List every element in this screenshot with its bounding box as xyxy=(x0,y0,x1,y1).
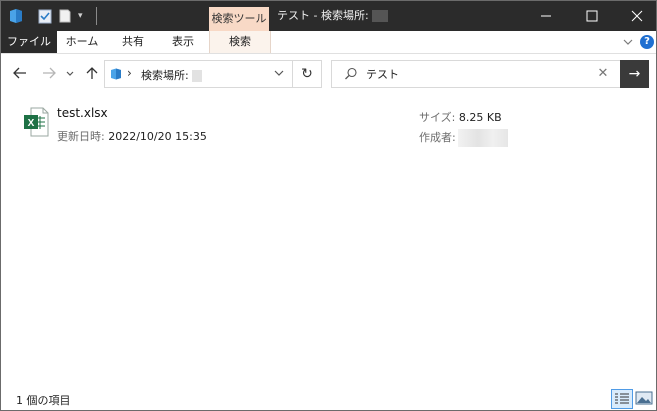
tab-home[interactable]: ホーム xyxy=(58,31,106,53)
maximize-button[interactable] xyxy=(569,1,615,31)
minimize-icon xyxy=(541,15,551,17)
redacted-author xyxy=(457,129,508,147)
search-location-icon xyxy=(110,68,122,80)
status-bar: 1 個の項目 xyxy=(1,387,656,410)
toolbar-divider xyxy=(96,7,99,25)
quick-access-dropdown-icon[interactable]: ▾ xyxy=(78,8,88,24)
minimize-button[interactable] xyxy=(523,1,569,31)
search-results-pane: X test.xlsx 更新日時: 2022/10/20 15:35 xyxy=(1,95,656,385)
modified-label: 更新日時: xyxy=(57,130,105,143)
window-title: テスト - 検索場所: xyxy=(277,1,388,31)
modified-value: 2022/10/20 15:35 xyxy=(108,130,207,143)
arrow-right-icon: → xyxy=(628,66,641,82)
breadcrumb-label: 検索場所: xyxy=(141,69,189,82)
large-icons-view-button[interactable] xyxy=(635,390,653,406)
file-size: サイズ: 8.25 KB xyxy=(419,109,502,125)
tab-share[interactable]: 共有 xyxy=(109,31,157,53)
clear-search-icon[interactable]: ✕ xyxy=(595,66,611,82)
item-count: 1 個の項目 xyxy=(16,394,71,407)
tab-search[interactable]: 検索 xyxy=(209,31,271,53)
app-folder-icon[interactable] xyxy=(9,8,23,24)
back-arrow-icon[interactable] xyxy=(12,65,28,83)
large-icons-view-icon xyxy=(635,391,653,405)
redacted-location xyxy=(191,70,202,82)
close-icon xyxy=(631,10,643,22)
size-label: サイズ: xyxy=(419,111,456,124)
address-dropdown-icon[interactable] xyxy=(272,66,286,80)
address-bar[interactable]: › 検索場所: xyxy=(104,60,293,88)
explorer-window: ▾ 検索ツール テスト - 検索場所: ファイル ホーム 共有 表示 検索 ? xyxy=(0,0,657,411)
up-arrow-icon[interactable] xyxy=(85,65,99,83)
svg-text:X: X xyxy=(28,118,35,129)
help-icon[interactable]: ? xyxy=(640,35,654,49)
properties-icon[interactable] xyxy=(38,8,52,24)
file-author: 作成者: xyxy=(419,129,508,147)
tab-file[interactable]: ファイル xyxy=(1,31,57,53)
file-name: test.xlsx xyxy=(57,106,108,120)
modified-date: 更新日時: 2022/10/20 15:35 xyxy=(57,128,207,144)
search-go-button[interactable]: → xyxy=(620,60,649,88)
excel-file-icon: X xyxy=(23,107,49,137)
new-folder-icon[interactable] xyxy=(59,8,71,24)
close-button[interactable] xyxy=(614,1,656,31)
recent-locations-chevron-icon[interactable] xyxy=(63,65,77,83)
ribbon-tabs: ファイル ホーム 共有 表示 検索 ? xyxy=(1,31,656,54)
size-value: 8.25 KB xyxy=(458,111,502,124)
navigation-bar: › 検索場所: ↻ ✕ → xyxy=(1,54,656,94)
breadcrumb[interactable]: 検索場所: xyxy=(141,67,202,83)
title-bar: ▾ 検索ツール テスト - 検索場所: xyxy=(1,1,656,31)
refresh-button[interactable]: ↻ xyxy=(293,60,322,88)
details-view-button[interactable] xyxy=(611,389,633,409)
details-view-icon xyxy=(615,393,629,404)
redacted-location xyxy=(371,10,388,22)
expand-ribbon-chevron-icon[interactable] xyxy=(621,35,635,49)
refresh-icon: ↻ xyxy=(301,66,313,82)
maximize-icon xyxy=(586,10,598,22)
search-tools-tab[interactable]: 検索ツール xyxy=(209,7,269,31)
search-box[interactable]: ✕ xyxy=(331,60,621,88)
window-title-text: テスト - 検索場所: xyxy=(277,9,369,22)
forward-arrow-icon[interactable] xyxy=(41,65,57,83)
search-input[interactable] xyxy=(366,61,591,87)
breadcrumb-chevron-icon[interactable]: › xyxy=(127,66,132,80)
tab-view[interactable]: 表示 xyxy=(159,31,207,53)
search-icon xyxy=(344,67,358,81)
author-label: 作成者: xyxy=(419,131,456,144)
